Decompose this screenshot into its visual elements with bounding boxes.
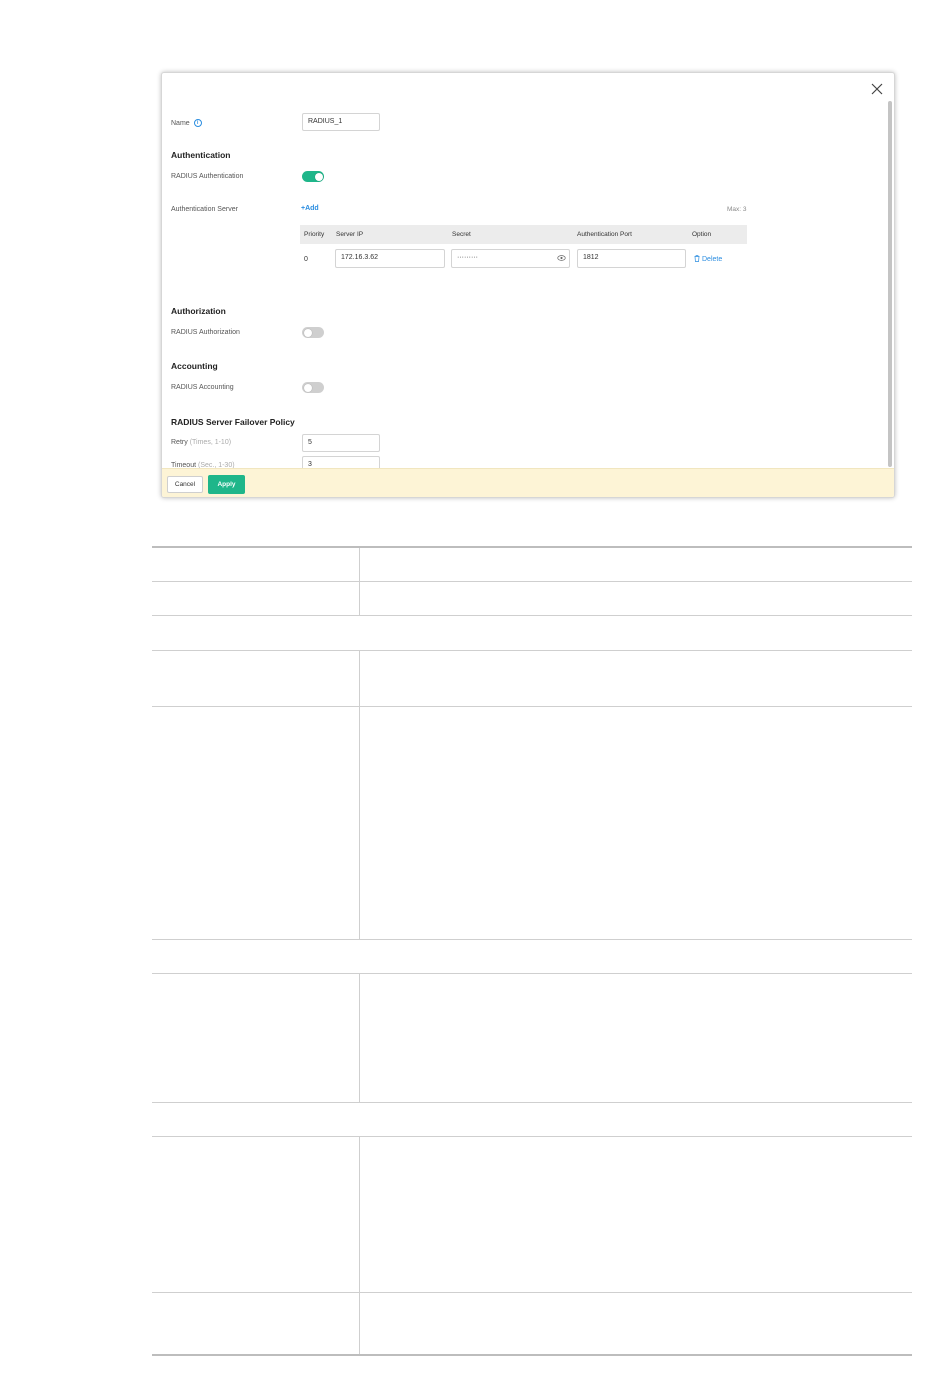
radius-authentication-toggle[interactable] [302, 171, 324, 182]
delete-label: Delete [702, 256, 723, 263]
radius-authorization-label: RADIUS Authorization [171, 329, 240, 336]
col-option: Option [692, 231, 712, 238]
accounting-title: Accounting [171, 361, 218, 371]
priority-value: 0 [304, 256, 308, 263]
col-secret: Secret [452, 231, 471, 238]
dialog-scrollbar[interactable] [888, 101, 892, 467]
column-divider [359, 650, 360, 939]
authorization-title: Authorization [171, 306, 226, 316]
cancel-button[interactable]: Cancel [167, 476, 203, 493]
table-divider [152, 1102, 912, 1103]
table-divider [152, 650, 912, 651]
close-icon[interactable] [869, 81, 885, 97]
retry-label: Retry [171, 439, 188, 446]
trash-icon [694, 255, 700, 262]
table-divider [152, 615, 912, 616]
info-icon[interactable]: i [193, 119, 202, 127]
authentication-server-label: Authentication Server [171, 206, 238, 213]
radius-accounting-label: RADIUS Accounting [171, 384, 234, 391]
eye-icon[interactable] [557, 254, 566, 262]
table-divider [152, 973, 912, 974]
col-priority: Priority [304, 231, 325, 238]
column-divider [359, 1136, 360, 1354]
radius-authentication-label: RADIUS Authentication [171, 173, 244, 180]
add-server-link[interactable]: +Add [301, 205, 319, 212]
table-top-border [152, 546, 912, 548]
name-input[interactable]: RADIUS_1 [302, 113, 380, 131]
dialog-footer: Cancel Apply [162, 468, 894, 497]
auth-port-input[interactable]: 1812 [577, 249, 686, 268]
table-divider [152, 939, 912, 940]
apply-button[interactable]: Apply [208, 475, 245, 494]
max-servers-label: Max: 3 [727, 206, 747, 213]
secret-input[interactable]: ········· [451, 249, 570, 268]
radius-accounting-toggle[interactable] [302, 382, 324, 393]
authentication-title: Authentication [171, 150, 231, 160]
toggle-knob [303, 383, 312, 392]
column-divider [359, 973, 360, 1102]
retry-hint: (Times, 1-10) [189, 439, 232, 446]
table-divider [152, 706, 912, 707]
radius-authorization-toggle[interactable] [302, 327, 324, 338]
table-bottom-border [152, 1354, 912, 1356]
col-server-ip: Server IP [336, 231, 364, 238]
col-auth-port: Authentication Port [577, 231, 632, 238]
retry-label-row: Retry (Times, 1-10) [171, 439, 231, 446]
server-ip-input[interactable]: 172.16.3.62 [335, 249, 445, 268]
table-divider [152, 1136, 912, 1137]
secret-value: ········· [457, 254, 478, 261]
delete-server-link[interactable]: Delete [694, 255, 722, 263]
retry-input[interactable]: 5 [302, 434, 380, 452]
table-divider [152, 581, 912, 582]
column-divider [359, 548, 360, 615]
server-table-header: Priority Server IP Secret Authentication… [300, 225, 747, 244]
failover-policy-title: RADIUS Server Failover Policy [171, 417, 295, 427]
name-label: Name [171, 119, 190, 127]
name-label-row: Name i [171, 119, 202, 127]
toggle-knob [314, 172, 323, 181]
toggle-knob [303, 328, 312, 337]
radius-profile-dialog: Name i RADIUS_1 Authentication RADIUS Aut… [161, 72, 895, 498]
table-divider [152, 1292, 912, 1293]
